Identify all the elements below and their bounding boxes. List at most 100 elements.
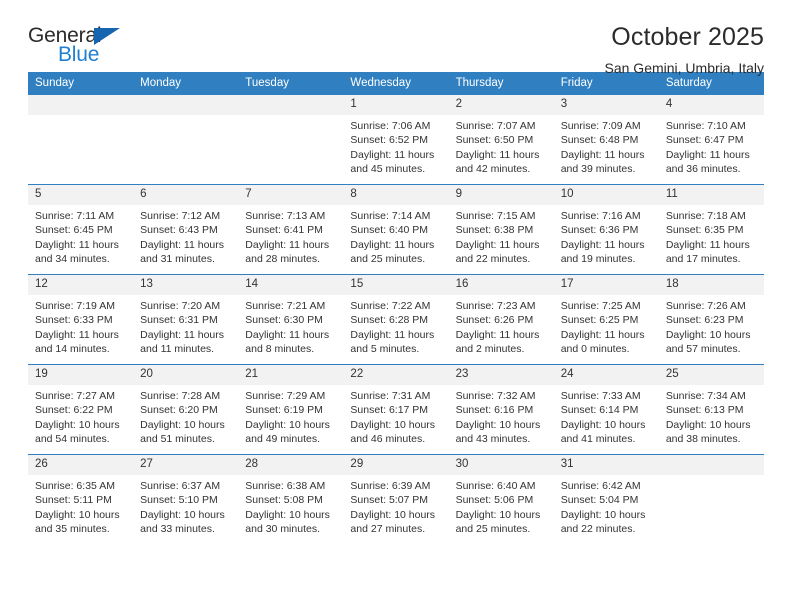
calendar-day-cell[interactable]: 31 Sunrise: 6:42 AM Sunset: 5:04 PM Dayligh… — [553, 454, 659, 545]
sunset-text: Sunset: 5:11 PM — [35, 494, 112, 507]
daylight-text-line2: and 0 minutes. — [560, 343, 630, 356]
day-number: 7 — [238, 185, 344, 205]
calendar-day-cell[interactable]: 29 Sunrise: 6:39 AM Sunset: 5:07 PM Dayligh… — [343, 454, 449, 545]
day-sun-info: Sunrise: 6:39 AM Sunset: 5:07 PM Daylight:… — [343, 475, 448, 537]
calendar-day-cell[interactable]: 5 Sunrise: 7:11 AM Sunset: 6:45 PM Daylight… — [28, 184, 134, 275]
daylight-text-line2: and 5 minutes. — [350, 343, 420, 356]
daylight-text-line1: Daylight: 10 hours — [560, 418, 646, 431]
calendar-day-cell[interactable]: 8 Sunrise: 7:14 AM Sunset: 6:40 PM Daylight… — [343, 184, 449, 275]
day-sun-info: Sunrise: 7:18 AM Sunset: 6:35 PM Daylight:… — [659, 205, 764, 267]
sunrise-text: Sunrise: 7:18 AM — [665, 210, 746, 222]
day-sun-info: Sunrise: 7:07 AM Sunset: 6:50 PM Daylight:… — [449, 115, 554, 177]
daylight-text-line1: Daylight: 11 hours — [245, 328, 330, 341]
sunrise-text: Sunrise: 7:09 AM — [560, 120, 641, 132]
daylight-text-line2: and 19 minutes. — [560, 253, 636, 266]
calendar-day-cell[interactable]: 13 Sunrise: 7:20 AM Sunset: 6:31 PM Dayligh… — [133, 274, 239, 365]
calendar-week-row: 12 Sunrise: 7:19 AM Sunset: 6:33 PM Dayligh… — [28, 274, 764, 365]
sunrise-text: Sunrise: 7:33 AM — [560, 390, 641, 402]
calendar-day-cell[interactable]: 4 Sunrise: 7:10 AM Sunset: 6:47 PM Daylight… — [658, 94, 764, 185]
day-number: 1 — [343, 95, 449, 115]
calendar-day-cell[interactable]: 20 Sunrise: 7:28 AM Sunset: 6:20 PM Dayligh… — [133, 364, 239, 455]
calendar-day-cell[interactable]: 25 Sunrise: 7:34 AM Sunset: 6:13 PM Dayligh… — [658, 364, 764, 455]
sunset-text: Sunset: 6:16 PM — [455, 404, 534, 417]
day-number: 23 — [448, 365, 554, 385]
daylight-text-line1: Daylight: 10 hours — [245, 508, 330, 521]
calendar-day-cell[interactable]: 3 Sunrise: 7:09 AM Sunset: 6:48 PM Daylight… — [553, 94, 659, 185]
sunset-text: Sunset: 6:30 PM — [245, 314, 323, 327]
calendar-day-cell[interactable]: 18 Sunrise: 7:26 AM Sunset: 6:23 PM Dayligh… — [658, 274, 764, 365]
day-number: 4 — [658, 95, 764, 115]
daylight-text-line2: and 14 minutes. — [35, 343, 110, 356]
calendar-day-cell[interactable]: 6 Sunrise: 7:12 AM Sunset: 6:43 PM Daylight… — [133, 184, 239, 275]
day-number — [658, 455, 764, 475]
sunset-text: Sunset: 6:17 PM — [350, 404, 429, 417]
daylight-text-line1: Daylight: 10 hours — [35, 418, 120, 431]
sunrise-text: Sunrise: 6:42 AM — [560, 480, 641, 492]
weekday-header-tuesday: Tuesday — [238, 72, 344, 95]
sunset-text: Sunset: 6:33 PM — [35, 314, 113, 327]
sunrise-text: Sunrise: 6:38 AM — [245, 480, 326, 492]
weekday-header-wednesday: Wednesday — [343, 72, 449, 95]
day-sun-info: Sunrise: 7:14 AM Sunset: 6:40 PM Daylight:… — [343, 205, 448, 267]
calendar-day-cell[interactable]: 7 Sunrise: 7:13 AM Sunset: 6:41 PM Daylight… — [238, 184, 344, 275]
calendar-day-cell[interactable]: 22 Sunrise: 7:31 AM Sunset: 6:17 PM Dayligh… — [343, 364, 449, 455]
daylight-text-line2: and 22 minutes. — [560, 523, 636, 536]
sunset-text: Sunset: 6:52 PM — [350, 134, 429, 147]
daylight-text-line2: and 51 minutes. — [140, 433, 215, 446]
day-sun-info: Sunrise: 7:25 AM Sunset: 6:25 PM Daylight:… — [554, 295, 659, 357]
daylight-text-line1: Daylight: 11 hours — [665, 148, 750, 161]
day-number: 27 — [133, 455, 239, 475]
day-sun-info: Sunrise: 7:15 AM Sunset: 6:38 PM Daylight:… — [449, 205, 554, 267]
calendar-day-cell[interactable]: 2 Sunrise: 7:07 AM Sunset: 6:50 PM Daylight… — [448, 94, 554, 185]
calendar-day-cell[interactable]: 23 Sunrise: 7:32 AM Sunset: 6:16 PM Dayligh… — [448, 364, 554, 455]
calendar-day-cell[interactable]: 28 Sunrise: 6:38 AM Sunset: 5:08 PM Dayligh… — [238, 454, 344, 545]
daylight-text-line1: Daylight: 11 hours — [560, 148, 645, 161]
calendar-day-cell[interactable]: 12 Sunrise: 7:19 AM Sunset: 6:33 PM Dayligh… — [28, 274, 134, 365]
sunset-text: Sunset: 6:47 PM — [665, 134, 744, 147]
sunset-text: Sunset: 6:13 PM — [665, 404, 744, 417]
calendar-day-cell[interactable]: 11 Sunrise: 7:18 AM Sunset: 6:35 PM Dayligh… — [658, 184, 764, 275]
calendar-day-cell[interactable]: 21 Sunrise: 7:29 AM Sunset: 6:19 PM Dayligh… — [238, 364, 344, 455]
day-number: 31 — [553, 455, 659, 475]
calendar-day-cell[interactable]: 10 Sunrise: 7:16 AM Sunset: 6:36 PM Dayligh… — [553, 184, 659, 275]
calendar-day-cell[interactable]: 19 Sunrise: 7:27 AM Sunset: 6:22 PM Dayligh… — [28, 364, 134, 455]
daylight-text-line1: Daylight: 11 hours — [455, 328, 540, 341]
sunset-text: Sunset: 6:23 PM — [665, 314, 744, 327]
day-number: 8 — [343, 185, 449, 205]
daylight-text-line2: and 28 minutes. — [245, 253, 320, 266]
daylight-text-line1: Daylight: 10 hours — [350, 418, 436, 431]
sunrise-text: Sunrise: 7:19 AM — [35, 300, 115, 312]
calendar-page: General Blue October 2025 San Gemini, Um… — [0, 0, 792, 612]
sunrise-text: Sunrise: 7:28 AM — [140, 390, 221, 402]
daylight-text-line2: and 49 minutes. — [245, 433, 320, 446]
daylight-text-line1: Daylight: 11 hours — [455, 148, 540, 161]
daylight-text-line2: and 57 minutes. — [665, 343, 741, 356]
calendar-day-cell[interactable]: 24 Sunrise: 7:33 AM Sunset: 6:14 PM Dayligh… — [553, 364, 659, 455]
sunset-text: Sunset: 6:14 PM — [560, 404, 639, 417]
calendar-day-cell[interactable]: 15 Sunrise: 7:22 AM Sunset: 6:28 PM Dayligh… — [343, 274, 449, 365]
day-sun-info: Sunrise: 6:35 AM Sunset: 5:11 PM Daylight:… — [28, 475, 133, 537]
day-number: 10 — [553, 185, 659, 205]
calendar-day-cell[interactable]: 26 Sunrise: 6:35 AM Sunset: 5:11 PM Dayligh… — [28, 454, 134, 545]
day-number: 11 — [658, 185, 764, 205]
day-sun-info: Sunrise: 7:13 AM Sunset: 6:41 PM Daylight:… — [238, 205, 343, 267]
daylight-text-line1: Daylight: 10 hours — [245, 418, 330, 431]
sunrise-text: Sunrise: 7:06 AM — [350, 120, 431, 132]
daylight-text-line1: Daylight: 10 hours — [665, 418, 751, 431]
daylight-text-line2: and 22 minutes. — [455, 253, 531, 266]
day-number: 19 — [28, 365, 134, 385]
calendar-day-cell[interactable]: 16 Sunrise: 7:23 AM Sunset: 6:26 PM Dayligh… — [448, 274, 554, 365]
sunrise-text: Sunrise: 6:35 AM — [35, 480, 115, 492]
day-number: 5 — [28, 185, 134, 205]
calendar-day-cell[interactable]: 27 Sunrise: 6:37 AM Sunset: 5:10 PM Dayligh… — [133, 454, 239, 545]
calendar-day-cell[interactable]: 30 Sunrise: 6:40 AM Sunset: 5:06 PM Dayligh… — [448, 454, 554, 545]
calendar-day-cell[interactable]: 14 Sunrise: 7:21 AM Sunset: 6:30 PM Dayligh… — [238, 274, 344, 365]
sunrise-text: Sunrise: 7:34 AM — [665, 390, 746, 402]
sunset-text: Sunset: 5:10 PM — [140, 494, 218, 507]
daylight-text-line1: Daylight: 11 hours — [350, 148, 435, 161]
calendar-day-cell[interactable]: 1 Sunrise: 7:06 AM Sunset: 6:52 PM Daylight… — [343, 94, 449, 185]
calendar-day-cell[interactable]: 9 Sunrise: 7:15 AM Sunset: 6:38 PM Daylight… — [448, 184, 554, 275]
sunrise-text: Sunrise: 7:14 AM — [350, 210, 431, 222]
calendar-day-cell[interactable]: 17 Sunrise: 7:25 AM Sunset: 6:25 PM Dayligh… — [553, 274, 659, 365]
sunrise-text: Sunrise: 7:29 AM — [245, 390, 326, 402]
